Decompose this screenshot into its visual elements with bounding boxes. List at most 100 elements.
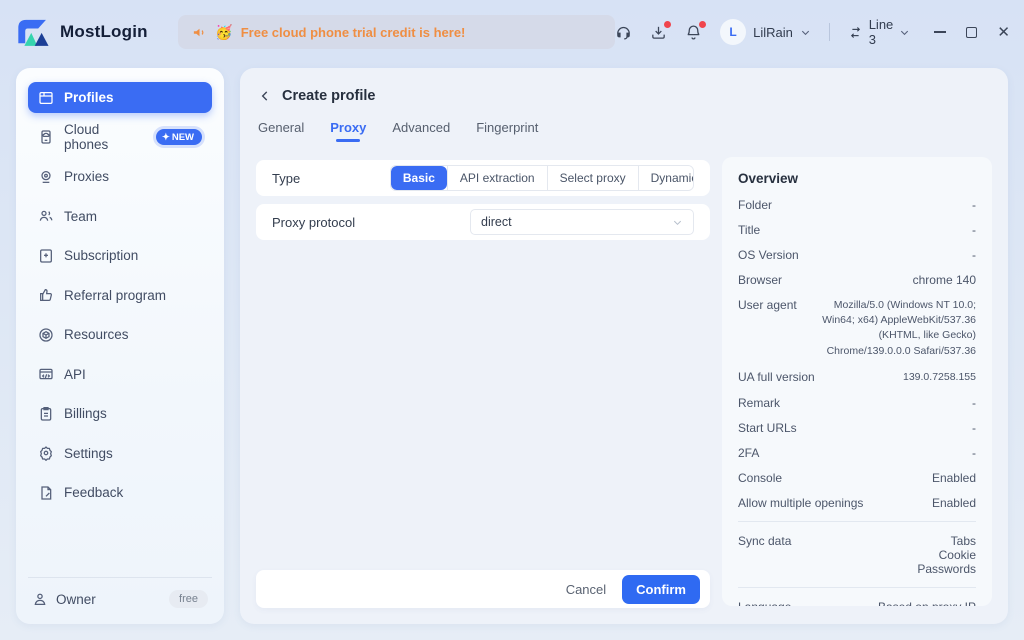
cancel-button[interactable]: Cancel — [566, 582, 606, 597]
proxy-type-segmented-control: Basic API extraction Select proxy Dynami… — [390, 165, 694, 191]
sidebar-item-profiles[interactable]: Profiles — [28, 82, 212, 113]
main-panel: Create profile General Proxy Advanced Fi… — [240, 68, 1008, 624]
chevron-down-icon — [899, 27, 910, 38]
sidebar-item-resources[interactable]: Resources — [28, 319, 212, 350]
sidebar-item-label: Profiles — [64, 90, 114, 105]
overview-row-ua-full-version: UA full version 139.0.7258.155 — [738, 370, 976, 385]
sidebar-item-cloud-phones[interactable]: Cloud phones ✦NEW — [28, 122, 212, 153]
new-badge: ✦NEW — [156, 129, 202, 145]
owner-label: Owner — [56, 592, 96, 607]
plan-badge: free — [169, 590, 208, 608]
page-header: Create profile — [240, 68, 1008, 110]
action-bar: Cancel Confirm — [256, 570, 710, 608]
download-alert-dot — [664, 21, 671, 28]
proxy-globe-icon — [38, 169, 54, 185]
api-code-icon — [38, 366, 54, 382]
line-label: Line 3 — [869, 17, 894, 47]
type-option-select-proxy[interactable]: Select proxy — [547, 166, 638, 190]
avatar: L — [720, 19, 746, 45]
mostlogin-logo-icon — [14, 16, 52, 48]
sidebar-item-label: Billings — [64, 406, 107, 421]
topbar-divider — [829, 23, 830, 41]
speaker-icon — [192, 25, 207, 40]
sidebar-footer: Owner free — [28, 577, 212, 610]
sidebar-item-label: Team — [64, 209, 97, 224]
type-option-dynamic-proxy[interactable]: Dynamic proxy — [638, 166, 694, 190]
sidebar: Profiles Cloud phones ✦NEW Proxies Team … — [16, 68, 224, 624]
team-icon — [38, 208, 54, 224]
sidebar-item-api[interactable]: API — [28, 359, 212, 390]
sidebar-item-label: Resources — [64, 327, 129, 342]
type-row: Type Basic API extraction Select proxy D… — [256, 160, 710, 196]
sidebar-item-referral-program[interactable]: Referral program — [28, 280, 212, 311]
overview-row-2fa: 2FA - — [738, 446, 976, 460]
overview-row-remark: Remark - — [738, 396, 976, 410]
proxy-protocol-value: direct — [481, 215, 512, 229]
page-title: Create profile — [282, 88, 375, 104]
type-option-basic[interactable]: Basic — [391, 166, 447, 190]
overview-row-browser: Browser chrome 140 — [738, 273, 976, 287]
sidebar-item-billings[interactable]: Billings — [28, 398, 212, 429]
confirm-button[interactable]: Confirm — [622, 575, 700, 604]
thumbs-up-icon — [38, 287, 54, 303]
sidebar-item-label: Referral program — [64, 288, 166, 303]
sidebar-item-team[interactable]: Team — [28, 201, 212, 232]
billing-clipboard-icon — [38, 406, 54, 422]
top-bar: MostLogin 🥳 Free cloud phone trial credi… — [0, 0, 1024, 64]
tab-bar: General Proxy Advanced Fingerprint — [240, 110, 1008, 144]
minimize-button[interactable] — [934, 31, 946, 33]
sidebar-item-label: Proxies — [64, 169, 109, 184]
gear-icon — [38, 445, 54, 461]
sidebar-item-subscription[interactable]: Subscription — [28, 240, 212, 271]
promo-banner[interactable]: 🥳 Free cloud phone trial credit is here! — [178, 15, 615, 49]
overview-divider — [738, 521, 976, 522]
banner-text: Free cloud phone trial credit is here! — [241, 25, 466, 40]
overview-row-start-urls: Start URLs - — [738, 421, 976, 435]
user-name: LilRain — [753, 25, 793, 40]
maximize-button[interactable] — [966, 27, 977, 38]
protocol-row: Proxy protocol direct — [256, 204, 710, 240]
tab-advanced[interactable]: Advanced — [392, 120, 450, 144]
type-option-api-extraction[interactable]: API extraction — [447, 166, 547, 190]
back-chevron-icon[interactable] — [258, 89, 272, 103]
sidebar-item-proxies[interactable]: Proxies — [28, 161, 212, 192]
tab-general[interactable]: General — [258, 120, 304, 144]
proxy-form: Type Basic API extraction Select proxy D… — [256, 160, 710, 248]
overview-row-sync-data: Sync data Tabs Cookie Passwords — [738, 534, 976, 576]
sparkle-icon: ✦ — [162, 132, 170, 143]
overview-row-os-version: OS Version - — [738, 248, 976, 262]
sidebar-item-label: Subscription — [64, 248, 138, 263]
support-headset-icon[interactable] — [615, 24, 632, 41]
sidebar-item-label: API — [64, 367, 86, 382]
overview-row-console: Console Enabled — [738, 471, 976, 485]
party-emoji: 🥳 — [215, 24, 232, 41]
close-button[interactable]: ✕ — [997, 25, 1010, 40]
sidebar-item-label: Feedback — [64, 485, 123, 500]
cloud-phone-icon — [38, 129, 54, 145]
sidebar-item-label: Settings — [64, 446, 113, 461]
user-menu[interactable]: L LilRain — [720, 19, 811, 45]
bell-icon[interactable] — [685, 24, 702, 41]
overview-row-user-agent: User agent Mozilla/5.0 (Windows NT 10.0;… — [738, 298, 976, 359]
download-icon[interactable] — [650, 24, 667, 41]
overview-row-language: Language Based on proxy IP — [738, 600, 976, 606]
overview-title: Overview — [738, 171, 976, 186]
tab-proxy[interactable]: Proxy — [330, 120, 366, 144]
sidebar-item-settings[interactable]: Settings — [28, 438, 212, 469]
overview-panel: Overview Folder - Title - OS Version - B… — [722, 157, 992, 606]
chevron-down-icon — [800, 27, 811, 38]
brand: MostLogin — [14, 16, 178, 48]
line-switch-icon — [848, 25, 863, 40]
subscription-card-icon — [38, 248, 54, 264]
overview-row-folder: Folder - — [738, 198, 976, 212]
brand-name: MostLogin — [60, 22, 148, 42]
bell-alert-dot — [699, 21, 706, 28]
sidebar-item-feedback[interactable]: Feedback — [28, 477, 212, 508]
tab-fingerprint[interactable]: Fingerprint — [476, 120, 538, 144]
protocol-label: Proxy protocol — [272, 215, 452, 230]
window-controls: ✕ — [934, 25, 1010, 40]
overview-row-allow-multiple-openings: Allow multiple openings Enabled — [738, 496, 976, 510]
proxy-protocol-select[interactable]: direct — [470, 209, 694, 235]
sidebar-item-label: Cloud phones — [64, 122, 146, 152]
line-selector[interactable]: Line 3 — [848, 17, 911, 47]
